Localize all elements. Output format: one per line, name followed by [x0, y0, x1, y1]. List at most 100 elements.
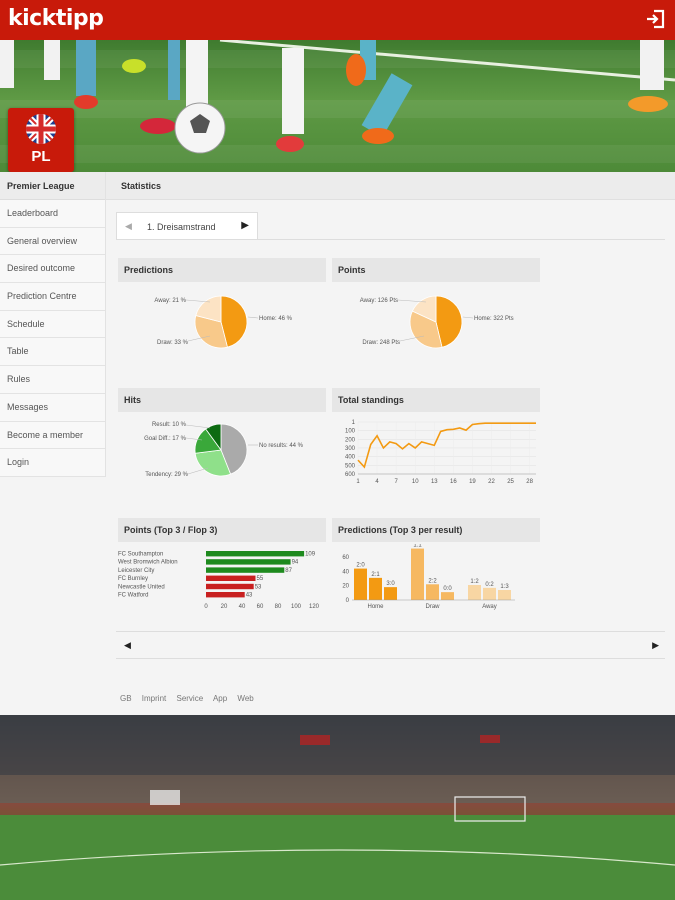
- bar: [206, 567, 285, 573]
- sidebar-item-login[interactable]: Login: [0, 449, 105, 477]
- scroll-left-icon[interactable]: ◀: [124, 640, 131, 651]
- bar-result-label: 1:1: [413, 544, 422, 549]
- standings-line: [357, 422, 536, 469]
- x-tick-label: 40: [239, 604, 246, 610]
- footer-link-service[interactable]: Service: [176, 694, 203, 703]
- x-tick-label: 7: [394, 479, 398, 485]
- sidebar-item-general-overview[interactable]: General overview: [0, 227, 105, 256]
- x-tick-label: 20: [221, 604, 228, 610]
- bar-result-label: 2:2: [428, 578, 437, 584]
- panel-points-top-flop-title: Points (Top 3 / Flop 3): [118, 518, 326, 542]
- league-badge[interactable]: PL: [8, 108, 74, 172]
- y-tick-label: 0: [346, 598, 350, 604]
- bar: [441, 592, 454, 600]
- panel-predictions-title: Predictions: [118, 258, 326, 282]
- x-tick-label: 4: [375, 479, 379, 485]
- bar: [206, 583, 254, 590]
- footer-link-app[interactable]: App: [213, 694, 227, 703]
- sidebar-item-leaderboard[interactable]: Leaderboard: [0, 200, 105, 228]
- panel-hits-title: Hits: [118, 388, 326, 412]
- bar-value-label: 55: [257, 576, 264, 582]
- app-header: kicktipp: [0, 0, 675, 40]
- bar-result-label: 1:3: [500, 584, 509, 590]
- bar-category-label: Newcastle United: [118, 584, 165, 590]
- league-code: PL: [31, 148, 51, 165]
- bar: [384, 587, 397, 600]
- statistics-pager: ◀ ▶: [116, 631, 665, 659]
- scroll-right-icon[interactable]: ▶: [652, 640, 659, 651]
- main-area: Premier League Leaderboard General overv…: [0, 172, 675, 715]
- pie-label-away: Away: 126 Pts: [360, 298, 398, 304]
- x-tick-label: 16: [450, 479, 457, 485]
- stadium-image: [0, 715, 675, 900]
- pie-label-goal-diff: Goal Diff.: 17 %: [144, 436, 187, 442]
- sidebar-header[interactable]: Premier League: [0, 172, 105, 200]
- y-tick-label: 20: [342, 584, 349, 590]
- sidebar-item-schedule[interactable]: Schedule: [0, 310, 105, 339]
- sidebar-item-messages[interactable]: Messages: [0, 393, 105, 422]
- pie-label-result: Result: 10 %: [152, 422, 187, 428]
- pie-label-no-results: No results: 44 %: [259, 443, 304, 449]
- bar: [206, 559, 291, 565]
- bar: [206, 551, 305, 557]
- bar-value-label: 53: [255, 584, 262, 590]
- x-tick-label: 13: [431, 479, 438, 485]
- y-tick-label: 100: [345, 429, 356, 435]
- sidebar: Premier League Leaderboard General overv…: [0, 172, 106, 477]
- hero-image: [0, 40, 675, 154]
- uk-flag-icon: [26, 114, 56, 144]
- bar-category-label: FC Watford: [118, 593, 148, 599]
- panel-total-standings-title: Total standings: [332, 388, 540, 412]
- bar-result-label: 0:2: [485, 582, 494, 588]
- footer-link-web[interactable]: Web: [237, 694, 253, 703]
- bar-category-label: FC Southampton: [118, 552, 163, 558]
- sidebar-item-desired-outcome[interactable]: Desired outcome: [0, 255, 105, 284]
- sidebar-item-table[interactable]: Table: [0, 338, 105, 367]
- x-tick-label: 19: [469, 479, 476, 485]
- bar: [411, 548, 424, 600]
- x-tick-label: 120: [309, 604, 320, 610]
- bar-value-label: 87: [285, 568, 292, 574]
- bar-value-label: 43: [246, 593, 253, 599]
- y-tick-label: 400: [345, 455, 356, 461]
- y-tick-label: 600: [345, 472, 356, 478]
- round-selector: ◀ 1. Dreisamstrand ▶: [116, 212, 258, 240]
- bar: [426, 584, 439, 600]
- pie-label-away: Away: 21 %: [154, 298, 186, 304]
- pie-label-home: Home: 322 Pts: [474, 316, 514, 322]
- tab-round[interactable]: 1. Dreisamstrand: [147, 222, 216, 232]
- bar-category-label: Leicester City: [118, 568, 154, 574]
- page-title: Statistics: [121, 181, 162, 191]
- footer-link-gb[interactable]: GB: [120, 694, 132, 703]
- sidebar-item-become-member[interactable]: Become a member: [0, 421, 105, 450]
- pie-label-tendency: Tendency: 29 %: [145, 472, 188, 478]
- logout-icon[interactable]: [645, 8, 667, 30]
- tab-prev-icon[interactable]: ◀: [125, 221, 132, 232]
- bar-category-label: West Bromwich Albion: [118, 560, 178, 566]
- bar: [369, 577, 382, 600]
- x-tick-label: 1: [356, 479, 360, 485]
- tab-divider: [116, 239, 665, 240]
- panel-points-title: Points: [332, 258, 540, 282]
- bar-group-label: Home: [367, 604, 384, 610]
- tab-next-icon[interactable]: ▶: [241, 220, 249, 231]
- app-logo[interactable]: kicktipp: [8, 6, 104, 31]
- bar-group-label: Draw: [425, 604, 440, 610]
- bar-result-label: 1:2: [470, 579, 479, 585]
- x-tick-label: 60: [257, 604, 264, 610]
- sidebar-item-prediction-centre[interactable]: Prediction Centre: [0, 283, 105, 311]
- pie-label-draw: Draw: 248 Pts: [362, 340, 400, 346]
- footer-link-imprint[interactable]: Imprint: [142, 694, 166, 703]
- x-tick-label: 100: [291, 604, 302, 610]
- hits-pie-chart: Result: 10 % Goal Diff.: 17 % No results…: [144, 422, 304, 478]
- footer-links: GB Imprint Service App Web: [120, 694, 262, 703]
- bar-value-label: 94: [292, 560, 299, 566]
- total-standings-line-chart: 1 100 200 300 400 500 600 1 4 7 10 13 16 19 22 25 28: [345, 420, 536, 485]
- x-tick-label: 25: [507, 479, 514, 485]
- panel-predictions-top3-title: Predictions (Top 3 per result): [332, 518, 540, 542]
- bar-group-label: Away: [482, 604, 497, 610]
- bar-result-label: 0:0: [443, 586, 452, 592]
- pie-label-home: Home: 46 %: [259, 316, 293, 322]
- sidebar-item-rules[interactable]: Rules: [0, 366, 105, 394]
- statistics-content: Statistics ◀ 1. Dreisamstrand ▶ Predicti…: [106, 172, 675, 715]
